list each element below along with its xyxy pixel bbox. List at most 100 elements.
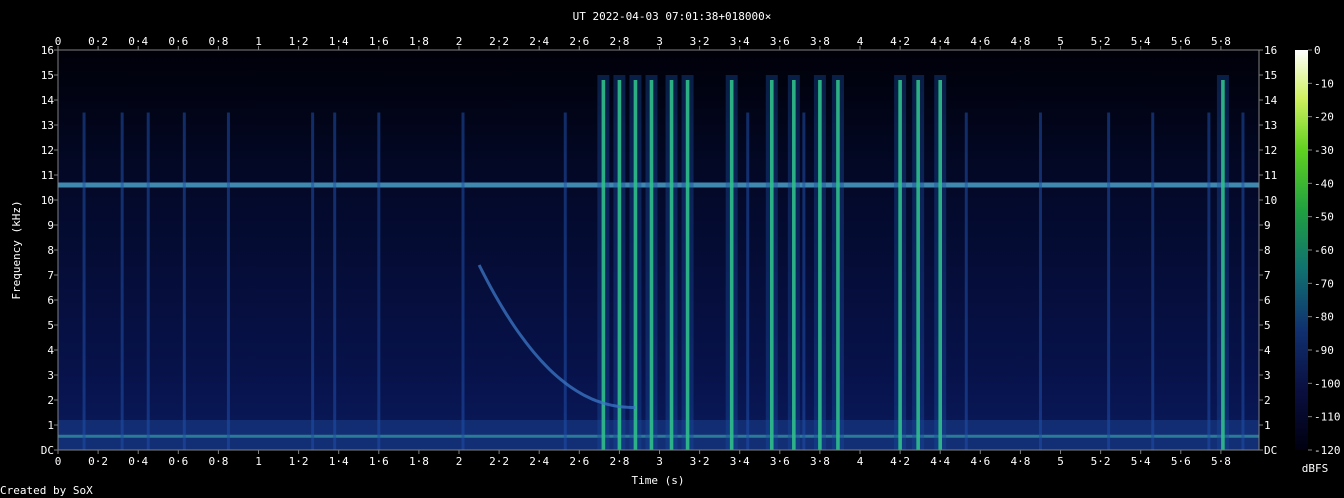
faint-pulse [1151,112,1155,450]
y-tick-label: 2 [47,394,54,407]
x-tick-label: 0 [55,35,62,48]
bright-pulse [685,80,690,450]
x-tick-label: 1·2 [289,455,309,468]
x-tick-label: 4·2 [890,35,910,48]
x-tick-label: 0·4 [128,455,148,468]
x-tick-label: 3·4 [730,455,750,468]
y-tick-label: 8 [47,244,54,257]
y-tick-label: 11 [41,169,54,182]
colorbar-tick-label: -110 [1314,411,1341,424]
chart-title: UT 2022-04-03 07:01:38+018000× [573,10,772,23]
x-tick-label: 2·8 [609,35,629,48]
faint-pulse [964,112,968,450]
x-tick-label: 3·2 [690,35,710,48]
colorbar-tick-label: -90 [1314,344,1334,357]
y-tick-label: 13 [41,119,54,132]
x-tick-label: 5·8 [1211,35,1231,48]
faint-pulse [146,112,150,450]
y-tick-label: 11 [1264,169,1277,182]
colorbar [1295,50,1308,450]
y-tick-label: DC [1264,444,1277,457]
x-tick-label: 5·4 [1131,455,1151,468]
colorbar-tick-label: -120 [1314,444,1341,457]
faint-pulse [377,112,381,450]
x-tick-label: 2 [456,35,463,48]
x-tick-label: 5·4 [1131,35,1151,48]
x-tick-label: 2·2 [489,455,509,468]
y-tick-label: 8 [1264,244,1271,257]
x-tick-label: 4·8 [1010,35,1030,48]
y-tick-label: DC [41,444,54,457]
x-tick-label: 1·8 [409,35,429,48]
y-tick-label: 3 [1264,369,1271,382]
x-tick-label: 1·2 [289,35,309,48]
faint-pulse [1107,112,1111,450]
x-tick-label: 2·2 [489,35,509,48]
bright-pulse [617,80,622,450]
y-tick-label: 5 [1264,319,1271,332]
y-tick-label: 14 [1264,94,1278,107]
bright-pulse [1221,80,1225,450]
x-tick-label: 2·8 [609,455,629,468]
x-tick-label: 0·2 [88,35,108,48]
x-tick-label: 5 [1057,455,1064,468]
x-tick-label: 5·6 [1171,35,1191,48]
x-tick-label: 5·6 [1171,455,1191,468]
y-tick-label: 4 [1264,344,1271,357]
bright-pulse [769,80,774,450]
x-tick-label: 1 [255,35,262,48]
x-tick-label: 1·4 [329,35,349,48]
x-tick-label: 0·6 [168,35,188,48]
faint-pulse [746,112,750,450]
x-tick-label: 4·4 [930,455,950,468]
x-tick-label: 3·8 [810,455,830,468]
x-tick-label: 2·4 [529,455,549,468]
colorbar-label: dBFS [1302,462,1329,475]
x-tick-label: 3·8 [810,35,830,48]
x-tick-label: 4·2 [890,455,910,468]
x-tick-label: 2·4 [529,35,549,48]
y-tick-label: 9 [1264,219,1271,232]
faint-pulse [461,112,465,450]
x-tick-label: 0·6 [168,455,188,468]
x-tick-label: 5·2 [1091,35,1111,48]
faint-pulse [226,112,230,450]
y-axis-label: Frequency (kHz) [10,200,23,299]
y-tick-label: 3 [47,369,54,382]
faint-pulse [182,112,186,450]
bright-pulse [633,80,638,450]
faint-pulse [802,112,806,450]
x-tick-label: 3 [656,455,663,468]
bright-pulse [836,80,840,450]
x-tick-label: 4·6 [970,35,990,48]
y-tick-label: 6 [47,294,54,307]
x-tick-label: 2·6 [569,455,589,468]
colorbar-tick-label: -70 [1314,277,1334,290]
y-tick-label: 5 [47,319,54,332]
y-tick-label: 1 [1264,419,1271,432]
colorbar-tick-label: 0 [1314,44,1321,57]
x-tick-label: 0·8 [208,455,228,468]
colorbar-tick-label: -50 [1314,211,1334,224]
x-tick-label: 4·4 [930,35,950,48]
faint-pulse [1038,112,1042,450]
x-tick-label: 1·4 [329,455,349,468]
x-tick-label: 0·2 [88,455,108,468]
colorbar-tick-label: -30 [1314,144,1334,157]
y-tick-label: 4 [47,344,54,357]
x-tick-label: 3·6 [770,35,790,48]
x-tick-label: 3 [656,35,663,48]
y-tick-label: 10 [1264,194,1277,207]
x-tick-label: 4·8 [1010,455,1030,468]
x-tick-label: 3·6 [770,455,790,468]
y-tick-label: 15 [1264,69,1277,82]
x-tick-label: 1·6 [369,35,389,48]
y-tick-label: 12 [1264,144,1277,157]
x-tick-label: 0·8 [208,35,228,48]
x-tick-label: 1·6 [369,455,389,468]
x-tick-label: 1 [255,455,262,468]
y-tick-label: 16 [41,44,54,57]
faint-pulse [1241,112,1245,450]
colorbar-tick-label: -60 [1314,244,1334,257]
bright-pulse [649,80,654,450]
